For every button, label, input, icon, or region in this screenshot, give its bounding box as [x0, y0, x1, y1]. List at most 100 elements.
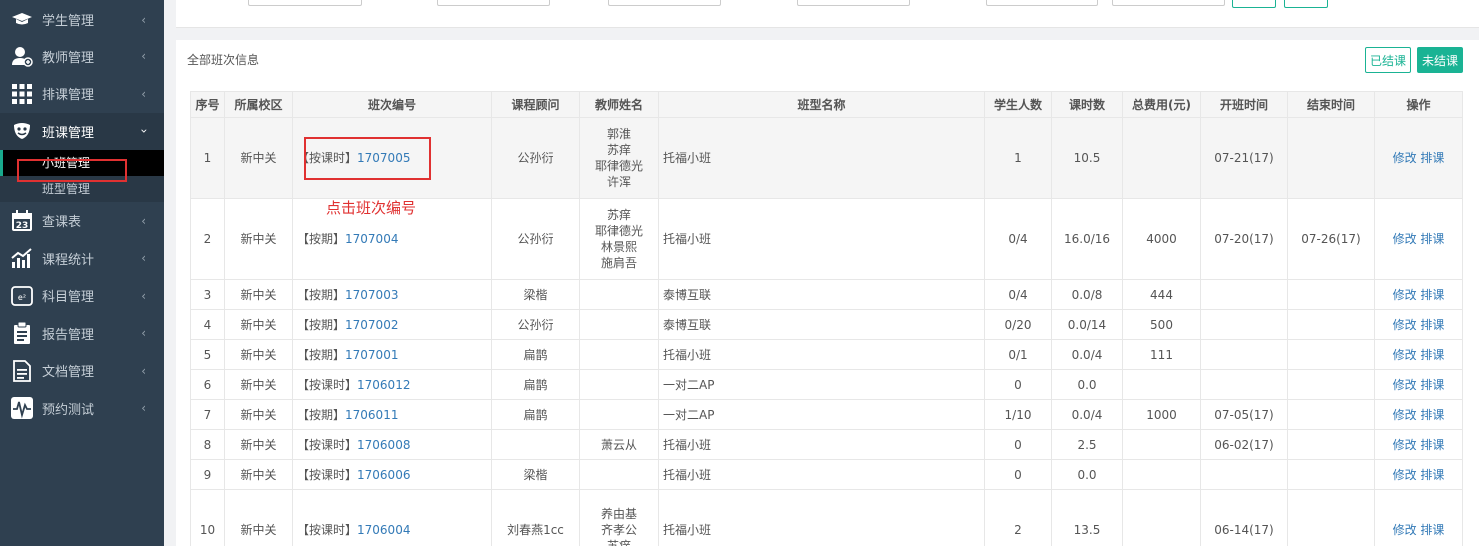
cell-campus: 新中关	[224, 399, 293, 430]
cell-campus: 新中关	[224, 198, 293, 280]
edit-link[interactable]: 修改	[1393, 438, 1417, 452]
edit-link[interactable]: 修改	[1393, 468, 1417, 482]
cell-start: 06-14(17)	[1200, 489, 1288, 546]
schedule-link[interactable]: 排课	[1420, 378, 1444, 392]
search-button[interactable]	[1232, 0, 1276, 8]
search-input[interactable]	[797, 0, 910, 6]
col-header-no: 序号	[190, 91, 225, 118]
class-code-link[interactable]: 1706004	[357, 523, 410, 537]
teacher-name: 许浑	[606, 175, 631, 189]
finished-filter-button[interactable]: 已结课	[1365, 47, 1411, 73]
search-input[interactable]	[437, 0, 550, 6]
teacher-name: 郭淮	[606, 127, 631, 141]
edit-link[interactable]: 修改	[1393, 378, 1417, 392]
cell-hours: 10.5	[1051, 117, 1123, 199]
sidebar-item-reports[interactable]: 报告管理 ‹	[0, 315, 164, 353]
edit-link[interactable]: 修改	[1393, 288, 1417, 302]
sidebar-item-scheduling[interactable]: 排课管理 ‹	[0, 75, 164, 113]
schedule-link[interactable]: 排课	[1420, 151, 1444, 165]
teacher-name: 齐孝公	[600, 523, 637, 537]
sidebar-item-teachers[interactable]: 教师管理 ‹	[0, 38, 164, 76]
sidebar-item-students[interactable]: 学生管理 ‹	[0, 1, 164, 39]
class-billing-type: 【按课时】	[297, 523, 358, 537]
cell-no: 6	[190, 369, 225, 400]
cell-teachers	[579, 399, 659, 430]
subject-icon: e²	[10, 284, 34, 308]
cell-actions: 修改 排课	[1374, 399, 1463, 430]
cell-end	[1287, 279, 1375, 310]
class-code-link[interactable]: 1706011	[345, 408, 398, 422]
sidebar-item-subjects[interactable]: e² 科目管理 ‹	[0, 277, 164, 315]
search-input[interactable]	[986, 0, 1098, 6]
sidebar-item-appointment-test[interactable]: 预约测试 ‹	[0, 390, 164, 428]
schedule-link[interactable]: 排课	[1420, 288, 1444, 302]
edit-link[interactable]: 修改	[1393, 318, 1417, 332]
cell-advisor: 公孙衍	[491, 117, 580, 199]
edit-link[interactable]: 修改	[1393, 151, 1417, 165]
search-input[interactable]	[608, 0, 721, 6]
schedule-link[interactable]: 排课	[1420, 438, 1444, 452]
class-code-link[interactable]: 1706006	[357, 468, 410, 482]
col-header-fee: 总费用(元)	[1122, 91, 1201, 118]
annotation-box-sidebar	[17, 159, 127, 182]
cell-hours: 0.0/4	[1051, 339, 1123, 370]
cell-teachers	[579, 309, 659, 340]
graduation-cap-icon	[10, 8, 34, 32]
document-icon	[10, 359, 34, 383]
search-input[interactable]	[1112, 0, 1225, 6]
cell-fee: 444	[1122, 279, 1201, 310]
chevron-left-icon: ‹	[141, 86, 146, 101]
class-code-link[interactable]: 1706008	[357, 438, 410, 452]
class-billing-type: 【按课时】	[297, 467, 358, 482]
table-row: 3 新中关 【按期】1707003 梁楷 泰博互联 0/4 0.0/8 444 修改 排课	[190, 279, 1463, 310]
cell-class-type: 泰博互联	[658, 309, 985, 340]
unfinished-filter-button[interactable]: 未结课	[1417, 47, 1463, 73]
cell-actions: 修改 排课	[1374, 309, 1463, 340]
cell-fee	[1122, 117, 1201, 199]
cell-no: 7	[190, 399, 225, 430]
class-code-link[interactable]: 1707001	[345, 348, 398, 362]
schedule-link[interactable]: 排课	[1420, 318, 1444, 332]
sidebar-item-course-stats[interactable]: 课程统计 ‹	[0, 240, 164, 278]
edit-link[interactable]: 修改	[1393, 232, 1417, 246]
chevron-left-icon: ‹	[141, 401, 146, 416]
edit-link[interactable]: 修改	[1393, 348, 1417, 362]
reset-button[interactable]	[1284, 0, 1328, 8]
class-code-link[interactable]: 1707003	[345, 288, 398, 302]
sidebar-item-timetable[interactable]: 23 查课表 ‹	[0, 202, 164, 240]
cell-end	[1287, 369, 1375, 400]
cell-class-type: 托福小班	[658, 489, 985, 546]
svg-text:e²: e²	[18, 293, 26, 302]
cell-start: 07-20(17)	[1200, 198, 1288, 280]
cell-actions: 修改 排课	[1374, 429, 1463, 460]
cell-fee	[1122, 369, 1201, 400]
table-row: 7 新中关 【按期】1706011 扁鹊 一对二AP 1/10 0.0/4 1000 07-05…	[190, 399, 1463, 430]
schedule-link[interactable]: 排课	[1420, 232, 1444, 246]
cell-class-type: 托福小班	[658, 198, 985, 280]
teacher-name: 林景熙	[600, 240, 637, 254]
cell-hours: 13.5	[1051, 489, 1123, 546]
class-code-link[interactable]: 1707004	[345, 232, 398, 246]
edit-link[interactable]: 修改	[1393, 523, 1417, 537]
class-code-link[interactable]: 1707002	[345, 318, 398, 332]
search-input[interactable]	[248, 0, 362, 6]
edit-link[interactable]: 修改	[1393, 408, 1417, 422]
schedule-link[interactable]: 排课	[1420, 468, 1444, 482]
cell-advisor: 扁鹊	[491, 399, 580, 430]
schedule-link[interactable]: 排课	[1420, 348, 1444, 362]
cell-start	[1200, 459, 1288, 490]
teacher-name: 萧云从	[600, 437, 637, 452]
cell-fee	[1122, 489, 1201, 546]
grid-icon	[10, 82, 34, 106]
schedule-link[interactable]: 排课	[1420, 523, 1444, 537]
sidebar-item-class-management[interactable]: 班课管理 ‹	[0, 112, 164, 150]
chart-icon	[10, 246, 34, 270]
table-row: 5 新中关 【按期】1707001 扁鹊 托福小班 0/1 0.0/4 111 修改 排课	[190, 339, 1463, 370]
sidebar-item-documents[interactable]: 文档管理 ‹	[0, 352, 164, 390]
cell-start	[1200, 279, 1288, 310]
teacher-name: 苏痒	[606, 143, 631, 157]
class-code-link[interactable]: 1706012	[357, 378, 410, 392]
col-header-end: 结束时间	[1287, 91, 1375, 118]
schedule-link[interactable]: 排课	[1420, 408, 1444, 422]
cell-advisor: 公孙衍	[491, 309, 580, 340]
